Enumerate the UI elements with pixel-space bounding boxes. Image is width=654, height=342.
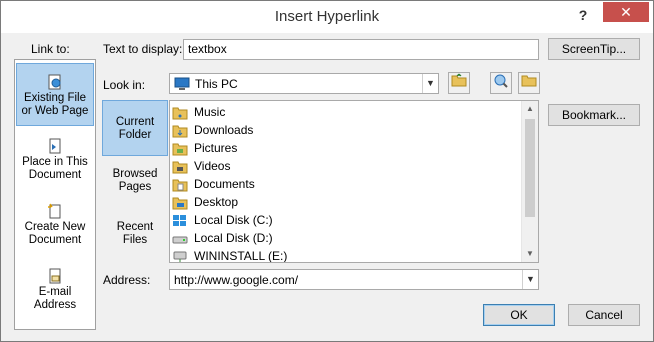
insert-hyperlink-dialog: Insert Hyperlink ? ✕ Link to: Existing F… bbox=[0, 0, 654, 342]
cancel-button[interactable]: Cancel bbox=[568, 304, 640, 326]
look-in-label: Look in: bbox=[103, 78, 146, 92]
link-to-place-label2: Document bbox=[28, 169, 82, 181]
file-name: Pictures bbox=[194, 141, 238, 155]
browse-scope-nav: Current Folder Browsed Pages Recent File… bbox=[102, 100, 168, 263]
file-list[interactable]: Music Downloads Pictures Videos Document… bbox=[169, 100, 539, 263]
open-folder-icon bbox=[521, 75, 537, 87]
address-combobox[interactable]: http://www.google.com/ ▼ bbox=[169, 269, 539, 290]
nav-recent-files-label1: Recent bbox=[116, 221, 154, 233]
list-item[interactable]: WININSTALL (E:) bbox=[172, 247, 288, 263]
folder-up-icon bbox=[451, 73, 467, 87]
screentip-button[interactable]: ScreenTip... bbox=[548, 38, 640, 60]
music-folder-icon bbox=[172, 107, 188, 120]
drive-icon bbox=[172, 236, 188, 244]
link-to-label: Link to: bbox=[31, 42, 70, 56]
chevron-down-icon[interactable]: ▼ bbox=[422, 74, 438, 93]
pictures-folder-icon bbox=[172, 143, 188, 156]
dialog-title: Insert Hyperlink bbox=[274, 8, 380, 25]
chevron-down-icon[interactable]: ▼ bbox=[522, 270, 538, 289]
email-icon bbox=[49, 268, 61, 284]
nav-browsed-pages-label1: Browsed bbox=[112, 168, 158, 180]
link-to-email-address[interactable]: E-mail Address bbox=[16, 268, 94, 322]
look-in-combobox[interactable]: This PC ▼ bbox=[169, 73, 439, 94]
file-name: Local Disk (D:) bbox=[194, 231, 273, 245]
up-folder-button[interactable] bbox=[448, 72, 470, 94]
network-drive-icon bbox=[173, 251, 187, 262]
address-value: http://www.google.com/ bbox=[174, 273, 299, 287]
documents-folder-icon bbox=[172, 179, 188, 192]
file-list-scrollbar[interactable]: ▲ ▼ bbox=[521, 101, 538, 262]
document-place-icon bbox=[49, 138, 61, 154]
look-in-value: This PC bbox=[195, 77, 238, 91]
list-item[interactable]: Music bbox=[172, 103, 225, 121]
new-document-icon bbox=[48, 203, 61, 219]
list-item[interactable]: Videos bbox=[172, 157, 230, 175]
link-to-place-label1: Place in This bbox=[22, 156, 88, 168]
text-to-display-input[interactable]: textbox bbox=[183, 39, 539, 60]
file-name: WININSTALL (E:) bbox=[194, 249, 288, 263]
address-label: Address: bbox=[103, 273, 151, 287]
text-to-display-label: Text to display: bbox=[103, 42, 183, 56]
link-to-existing-file[interactable]: Existing File or Web Page bbox=[16, 63, 94, 126]
list-item[interactable]: Local Disk (C:) bbox=[172, 211, 273, 229]
file-name: Downloads bbox=[194, 123, 254, 137]
bookmark-button[interactable]: Bookmark... bbox=[548, 104, 640, 126]
list-item[interactable]: Desktop bbox=[172, 193, 238, 211]
link-to-email-label1: E-mail bbox=[38, 286, 72, 298]
list-item[interactable]: Local Disk (D:) bbox=[172, 229, 273, 247]
browse-web-button[interactable] bbox=[490, 72, 512, 94]
link-to-existing-file-label1: Existing File bbox=[24, 92, 86, 104]
link-to-panel: Existing File or Web Page Place in This … bbox=[14, 59, 96, 330]
list-item[interactable]: Downloads bbox=[172, 121, 253, 139]
link-to-place-in-document[interactable]: Place in This Document bbox=[16, 138, 94, 192]
scroll-up-icon[interactable]: ▲ bbox=[522, 101, 538, 117]
help-button[interactable]: ? bbox=[573, 5, 593, 25]
windows-drive-icon bbox=[173, 214, 186, 226]
videos-folder-icon bbox=[172, 161, 188, 174]
file-name: Local Disk (C:) bbox=[194, 213, 273, 227]
globe-file-icon bbox=[48, 74, 61, 90]
link-to-create-label2: Document bbox=[28, 234, 82, 246]
link-to-existing-file-label2: or Web Page bbox=[21, 105, 89, 117]
link-to-create-new-document[interactable]: Create New Document bbox=[16, 203, 94, 257]
scroll-down-icon[interactable]: ▼ bbox=[522, 246, 538, 262]
close-button[interactable]: ✕ bbox=[603, 2, 649, 22]
nav-browsed-pages-label2: Pages bbox=[118, 181, 152, 193]
file-name: Desktop bbox=[194, 195, 239, 209]
nav-recent-files[interactable]: Recent Files bbox=[102, 221, 168, 261]
nav-browsed-pages[interactable]: Browsed Pages bbox=[102, 168, 168, 208]
computer-icon bbox=[174, 77, 190, 90]
nav-current-folder[interactable]: Current Folder bbox=[102, 100, 168, 156]
link-to-email-label2: Address bbox=[33, 299, 77, 311]
nav-current-folder-label2: Folder bbox=[118, 129, 152, 141]
list-item[interactable]: Pictures bbox=[172, 139, 237, 157]
scroll-thumb[interactable] bbox=[525, 119, 535, 217]
desktop-folder-icon bbox=[172, 197, 188, 210]
browse-web-icon bbox=[494, 74, 508, 88]
file-name: Music bbox=[194, 105, 226, 119]
file-name: Documents bbox=[194, 177, 255, 191]
ok-button[interactable]: OK bbox=[483, 304, 555, 326]
list-item[interactable]: Documents bbox=[172, 175, 255, 193]
browse-file-button[interactable] bbox=[518, 72, 540, 94]
nav-current-folder-label1: Current bbox=[115, 116, 155, 128]
link-to-create-label1: Create New bbox=[24, 221, 86, 233]
file-name: Videos bbox=[194, 159, 231, 173]
downloads-folder-icon bbox=[172, 125, 188, 138]
title-bar: Insert Hyperlink ? ✕ bbox=[1, 1, 653, 33]
nav-recent-files-label2: Files bbox=[122, 234, 148, 246]
